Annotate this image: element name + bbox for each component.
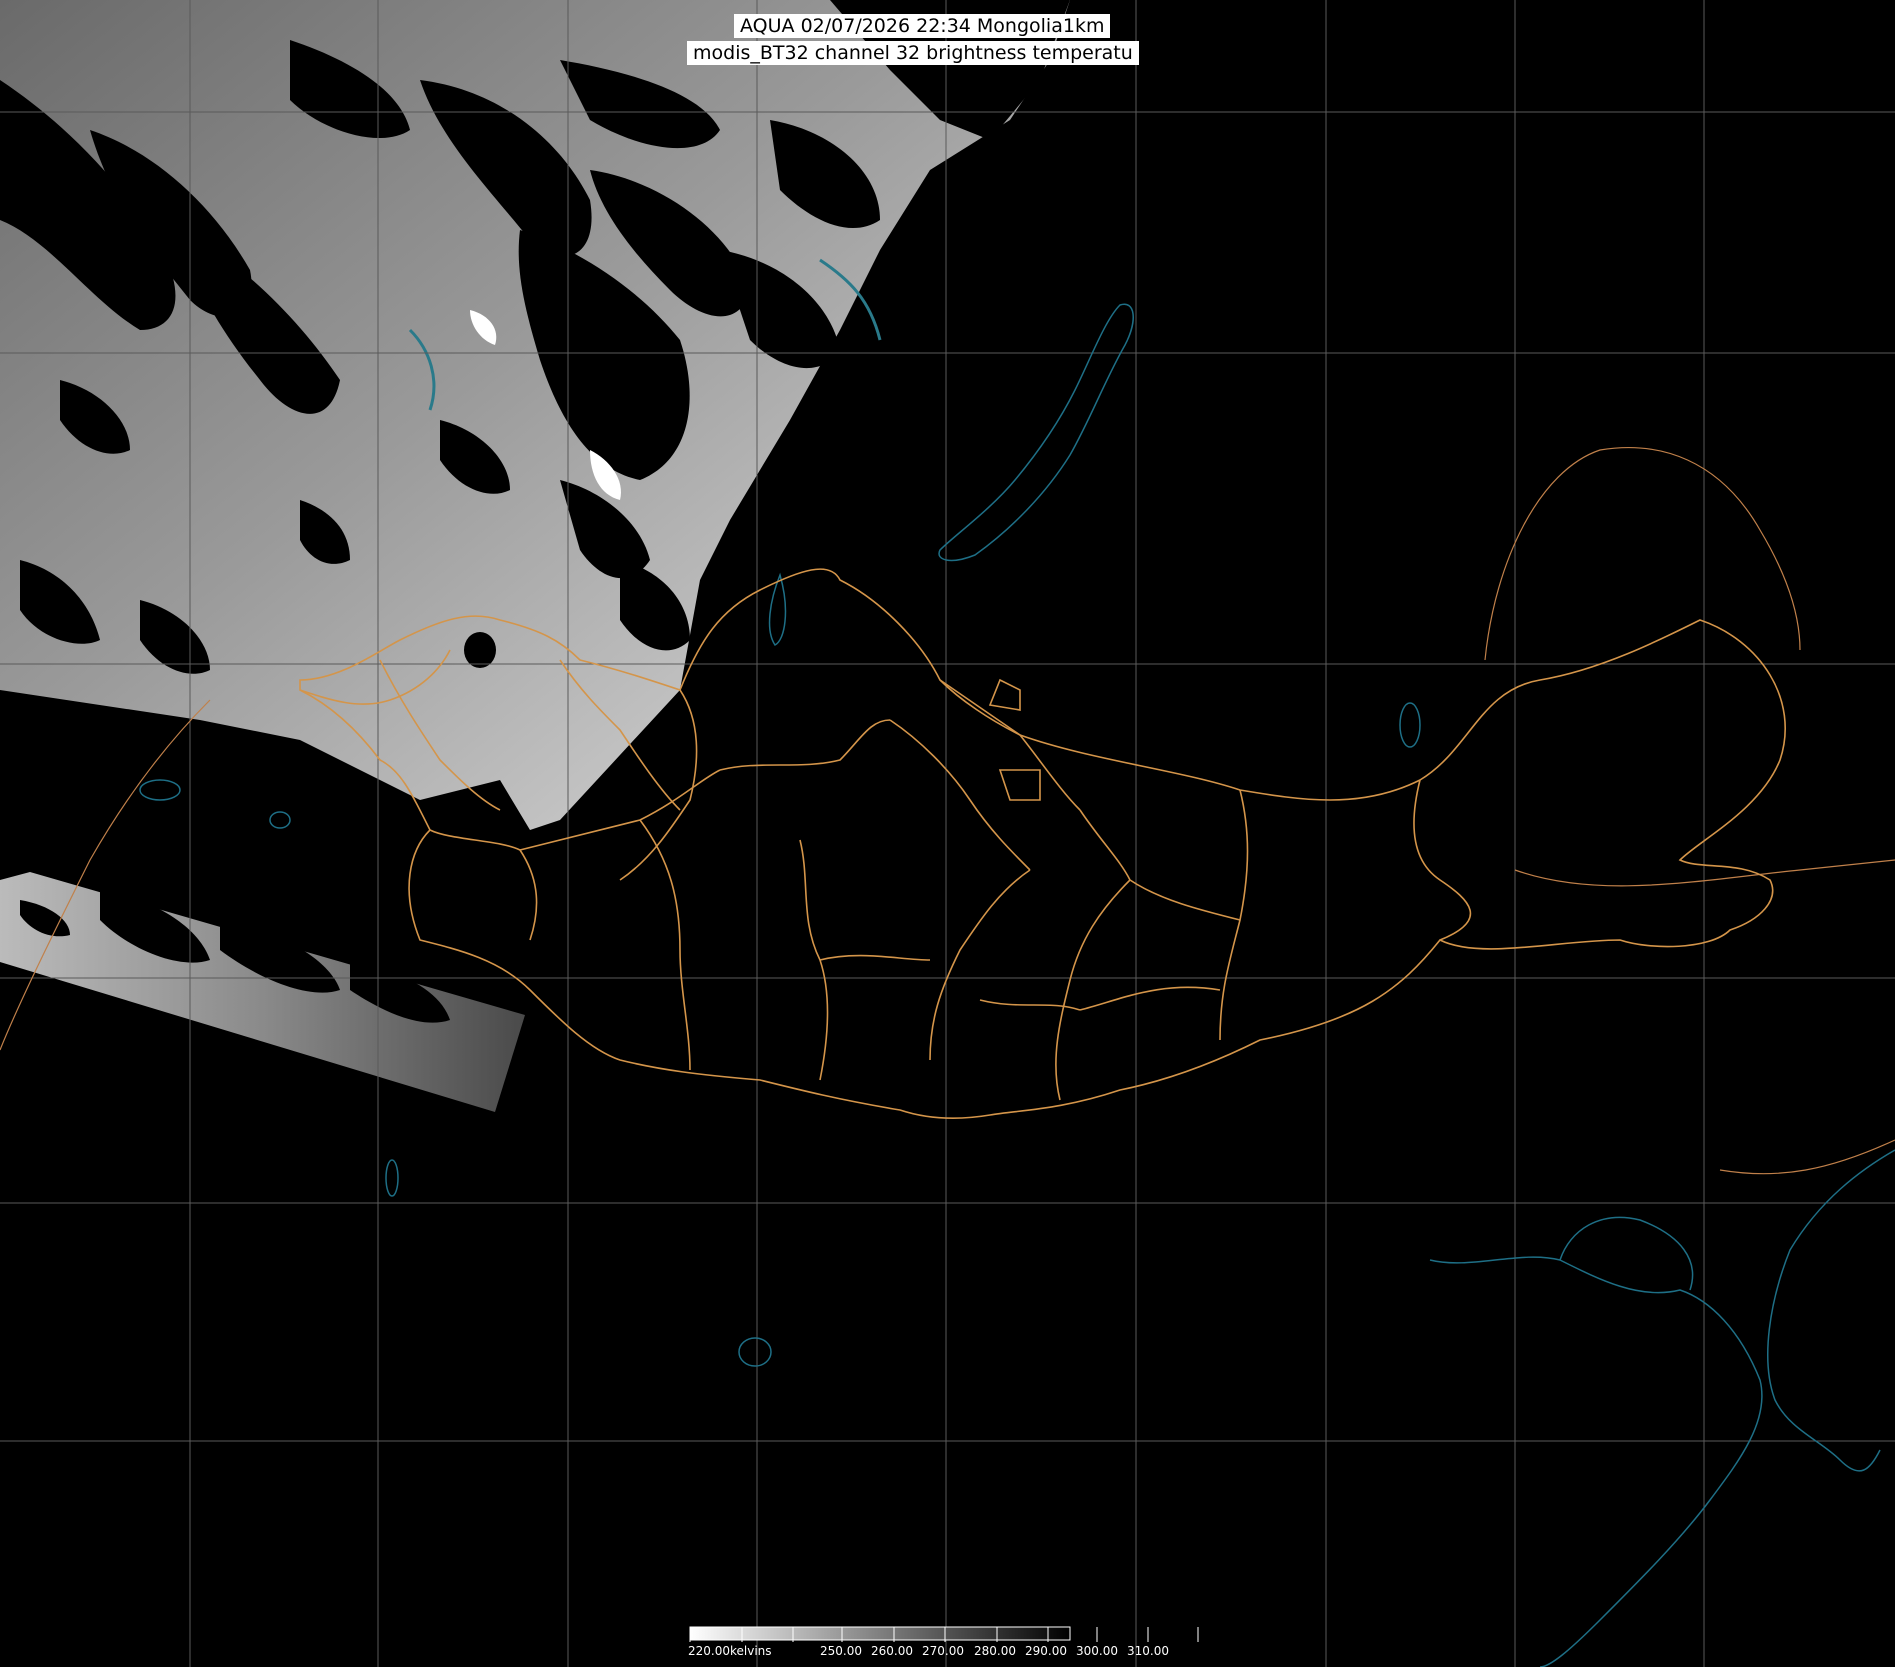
colorbar-gradient xyxy=(689,1626,1071,1641)
colorbar-tick-260: 260.00 xyxy=(871,1644,913,1658)
colorbar-tick-250: 250.00 xyxy=(820,1644,862,1658)
title-line-2: modis_BT32 channel 32 brightness tempera… xyxy=(687,41,1139,65)
title-line-1: AQUA 02/07/2026 22:34 Mongolia1km xyxy=(734,14,1111,38)
satellite-map xyxy=(0,0,1895,1667)
colorbar-tick-280: 280.00 xyxy=(974,1644,1016,1658)
colorbar-tick-310: 310.00 xyxy=(1127,1644,1169,1658)
colorbar-tick-270: 270.00 xyxy=(922,1644,964,1658)
colorbar-min-label: 220.00kelvins xyxy=(688,1644,772,1658)
colorbar-tick-300: 300.00 xyxy=(1076,1644,1118,1658)
colorbar-tick-290: 290.00 xyxy=(1025,1644,1067,1658)
